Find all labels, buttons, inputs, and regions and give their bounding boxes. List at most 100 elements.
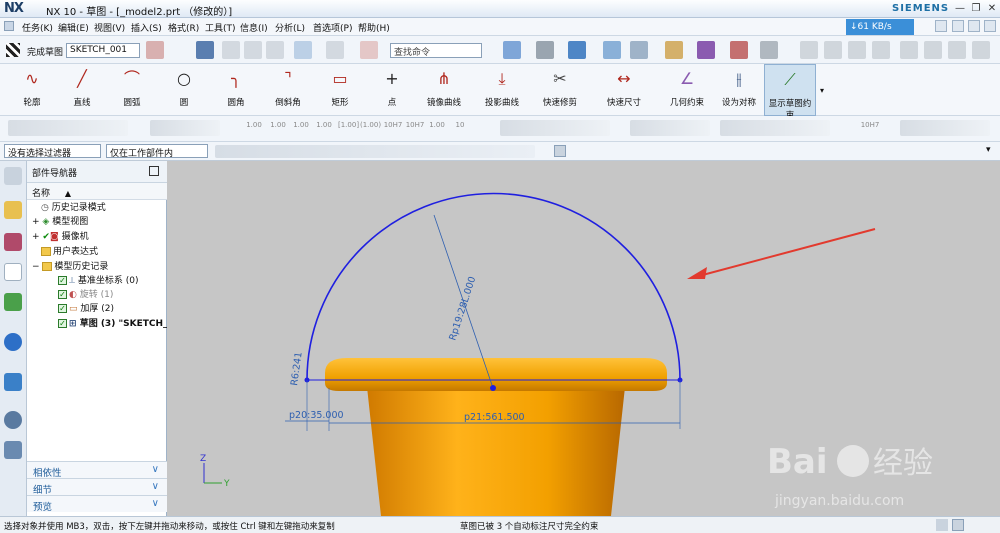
menu-item-preferences[interactable]: 首选项(P): [313, 21, 352, 34]
tree-item-datum-csys[interactable]: ✓ ⟂ 基准坐标系 (0): [58, 274, 139, 288]
menu-icon[interactable]: [4, 21, 14, 31]
panel-dependencies[interactable]: 相依性 ∨: [27, 461, 167, 479]
graphics-window[interactable]: Rp19:28L.000 p20:35.000 p21:561.500 R6:2…: [167, 161, 1000, 516]
tree-item-history-mode[interactable]: ◷ 历史记录模式: [41, 201, 106, 215]
dim-label[interactable]: (1.00): [360, 121, 381, 129]
dim-label[interactable]: 1.00: [428, 121, 446, 129]
collapse-icon[interactable]: −: [32, 262, 40, 272]
ribbon-rectangle-button[interactable]: ▭ 矩形: [320, 64, 360, 116]
close-doc-icon[interactable]: [984, 20, 996, 32]
layer-icon[interactable]: [630, 41, 648, 59]
menu-item-help[interactable]: 帮助(H): [358, 21, 390, 34]
utility-tools-group[interactable]: [900, 120, 990, 136]
command-search-input[interactable]: 查找命令: [390, 43, 482, 58]
ribbon-point-button[interactable]: + 点: [372, 64, 412, 116]
ribbon-make-symmetric-button[interactable]: ⫲ 设为对称: [716, 64, 762, 116]
menu-item-task[interactable]: 任务(K): [22, 21, 53, 34]
tree-item-sketch[interactable]: ✓ ⊞ 草图 (3) "SKETCH_: [58, 317, 168, 331]
view-orient-icon[interactable]: [503, 41, 521, 59]
redo-icon[interactable]: [326, 41, 344, 59]
checkbox[interactable]: ✓: [58, 304, 67, 313]
tool-icon[interactable]: [900, 41, 918, 59]
reuse-library-icon[interactable]: [4, 293, 22, 311]
ribbon-line-button[interactable]: ╱ 直线: [62, 64, 102, 116]
ribbon-show-constraints-button[interactable]: ⟋显示草图约束: [764, 64, 816, 121]
snap-point-icon[interactable]: [697, 41, 715, 59]
section-icon[interactable]: [603, 41, 621, 59]
status-window-icon[interactable]: [952, 519, 964, 531]
menu-item-edit[interactable]: 编辑(E): [58, 21, 89, 34]
dim-label[interactable]: 1.00: [270, 121, 286, 129]
sketch-settings-icon[interactable]: [146, 41, 164, 59]
snap-settings-icon[interactable]: [554, 145, 566, 157]
dim-label[interactable]: 1.00: [293, 121, 309, 129]
dim-label[interactable]: 1.00: [316, 121, 332, 129]
cut-icon[interactable]: [222, 41, 240, 59]
dim-label[interactable]: 10: [452, 121, 468, 129]
dim-label[interactable]: 10H7: [405, 121, 425, 129]
minimize-doc-icon[interactable]: [952, 20, 964, 32]
expand-icon[interactable]: +: [32, 217, 40, 227]
dim-label[interactable]: 10H7: [383, 121, 403, 129]
menu-item-info[interactable]: 信息(I): [240, 21, 268, 34]
wrench-icon[interactable]: [924, 41, 942, 59]
finish-sketch-button[interactable]: 完成草图: [27, 45, 63, 58]
minimize-button[interactable]: —: [952, 1, 968, 16]
constraint-icon[interactable]: [872, 41, 890, 59]
panel-details[interactable]: 细节 ∨: [27, 478, 167, 496]
display-tools-group[interactable]: [630, 120, 710, 136]
navigator-column-header[interactable]: 名称 ▲: [27, 183, 167, 200]
edit-tools-group[interactable]: [150, 120, 220, 136]
tree-item-cameras[interactable]: + ✔◙ 摄像机: [32, 230, 89, 244]
part-body[interactable]: [367, 387, 625, 516]
ribbon-fillet-button[interactable]: ╮ 圆角: [216, 64, 256, 116]
ribbon-profile-button[interactable]: ∿ 轮廓: [12, 64, 52, 116]
ribbon-geometric-constraint-button[interactable]: ∠ 几何约束: [664, 64, 710, 116]
sketch-name-select[interactable]: SKETCH_001: [66, 43, 140, 58]
tree-item-model-views[interactable]: + ◈ 模型视图: [32, 215, 88, 229]
close-button[interactable]: ✕: [984, 1, 1000, 16]
ribbon-rapid-dimension-button[interactable]: ↔ 快速尺寸: [600, 64, 648, 116]
checkbox[interactable]: ✓: [58, 290, 67, 299]
ribbon-quick-trim-button[interactable]: ✂ 快速修剪: [536, 64, 584, 116]
save-icon[interactable]: [196, 41, 214, 59]
type-filter-select[interactable]: 没有选择过滤器: [4, 144, 101, 158]
ribbon-circle-button[interactable]: ○ 圆: [164, 64, 204, 116]
ribbon-arc-button[interactable]: ⌒ 圆弧: [112, 64, 152, 116]
roles-icon[interactable]: [4, 441, 22, 459]
analysis-tools-group[interactable]: [500, 120, 610, 136]
menu-item-insert[interactable]: 插入(S): [131, 21, 162, 34]
checkbox[interactable]: ✓: [58, 319, 67, 328]
menu-item-view[interactable]: 视图(V): [94, 21, 125, 34]
snap-icon[interactable]: [360, 41, 378, 59]
expand-icon[interactable]: +: [32, 232, 40, 242]
constraint-tools-group[interactable]: [8, 120, 128, 136]
checkbox[interactable]: ✓: [58, 276, 67, 285]
wcs-icon[interactable]: [800, 41, 818, 59]
shape-tools-group[interactable]: [720, 120, 830, 136]
ribbon-chamfer-button[interactable]: ⌝ 倒斜角: [266, 64, 310, 116]
tree-item-revolve[interactable]: ✓ ◐ 旋转 (1): [58, 288, 113, 302]
search-icon[interactable]: [935, 20, 947, 32]
select-icon[interactable]: [665, 41, 683, 59]
settings-gear-icon[interactable]: [4, 167, 22, 185]
shade-icon[interactable]: [568, 41, 586, 59]
menu-item-tools[interactable]: 工具(T): [205, 21, 236, 34]
toolbar-overflow-icon[interactable]: ▾: [986, 145, 991, 155]
paste-icon[interactable]: [266, 41, 284, 59]
assembly-navigator-icon[interactable]: [4, 201, 22, 219]
p22-dimension-text[interactable]: R6:241: [289, 351, 305, 386]
tree-item-user-expressions[interactable]: 用户表达式: [41, 245, 98, 259]
constraint-navigator-icon[interactable]: [4, 233, 22, 251]
p21-dimension-text[interactable]: p21:561.500: [464, 412, 525, 423]
info-icon[interactable]: [4, 333, 22, 351]
sketch-canvas[interactable]: Rp19:28L.000 p20:35.000 p21:561.500 R6:2…: [167, 161, 1000, 516]
part-rim[interactable]: [325, 358, 667, 391]
assembly-icon[interactable]: [824, 41, 842, 59]
grid-icon[interactable]: [730, 41, 748, 59]
menu-item-analysis[interactable]: 分析(L): [275, 21, 305, 34]
navigator-maximize-icon[interactable]: [149, 166, 159, 176]
tree-item-model-history[interactable]: − 模型历史记录: [32, 260, 108, 274]
flag-icon[interactable]: [936, 519, 948, 531]
component-icon[interactable]: [848, 41, 866, 59]
